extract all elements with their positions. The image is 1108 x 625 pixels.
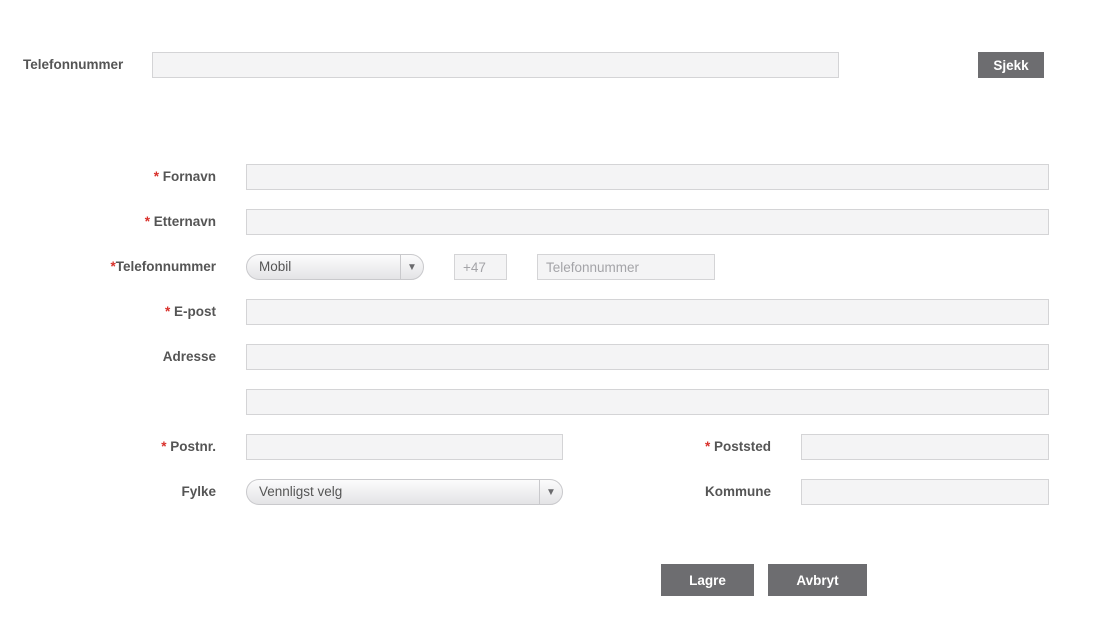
email-label: * E-post xyxy=(60,299,216,325)
required-marker: * xyxy=(144,214,150,229)
county-label: Fylke xyxy=(181,484,216,499)
required-marker: * xyxy=(161,439,167,454)
address-label: Adresse xyxy=(162,349,216,364)
phone-label: *Telefonnummer xyxy=(60,254,216,280)
required-marker: * xyxy=(153,169,159,184)
zip-label-text: Postnr. xyxy=(170,439,216,454)
city-label: * Poststed xyxy=(640,434,771,460)
first-name-input[interactable] xyxy=(246,164,1049,190)
save-button[interactable]: Lagre xyxy=(661,564,754,596)
email-input[interactable] xyxy=(246,299,1049,325)
zip-label: * Postnr. xyxy=(60,434,216,460)
city-label-text: Poststed xyxy=(713,439,771,454)
top-phone-label: Telefonnummer xyxy=(23,57,124,72)
phone-type-value: Mobil xyxy=(259,259,292,274)
last-name-label: * Etternavn xyxy=(60,209,216,235)
first-name-label-text: Fornavn xyxy=(162,169,216,184)
county-select[interactable]: Vennligst velg ▼ xyxy=(246,479,563,505)
check-button[interactable]: Sjekk xyxy=(978,52,1044,78)
phone-number-input[interactable] xyxy=(537,254,715,280)
municipality-input[interactable] xyxy=(801,479,1049,505)
city-input[interactable] xyxy=(801,434,1049,460)
municipality-label: Kommune xyxy=(704,484,771,499)
last-name-label-text: Etternavn xyxy=(153,214,216,229)
first-name-label: * Fornavn xyxy=(60,164,216,190)
chevron-down-icon[interactable]: ▼ xyxy=(539,480,562,504)
address-line1-input[interactable] xyxy=(246,344,1049,370)
last-name-input[interactable] xyxy=(246,209,1049,235)
required-marker: * xyxy=(164,304,171,319)
top-phone-input[interactable] xyxy=(152,52,839,78)
chevron-down-icon[interactable]: ▼ xyxy=(400,255,423,279)
cancel-button[interactable]: Avbryt xyxy=(768,564,867,596)
required-marker: * xyxy=(704,439,711,454)
email-label-text: E-post xyxy=(174,304,216,319)
zip-input[interactable] xyxy=(246,434,563,460)
phone-label-text: Telefonnummer xyxy=(115,259,216,274)
county-value: Vennligst velg xyxy=(259,484,343,499)
phone-type-select[interactable]: Mobil ▼ xyxy=(246,254,424,280)
address-line2-input[interactable] xyxy=(246,389,1049,415)
country-code-input[interactable] xyxy=(454,254,507,280)
